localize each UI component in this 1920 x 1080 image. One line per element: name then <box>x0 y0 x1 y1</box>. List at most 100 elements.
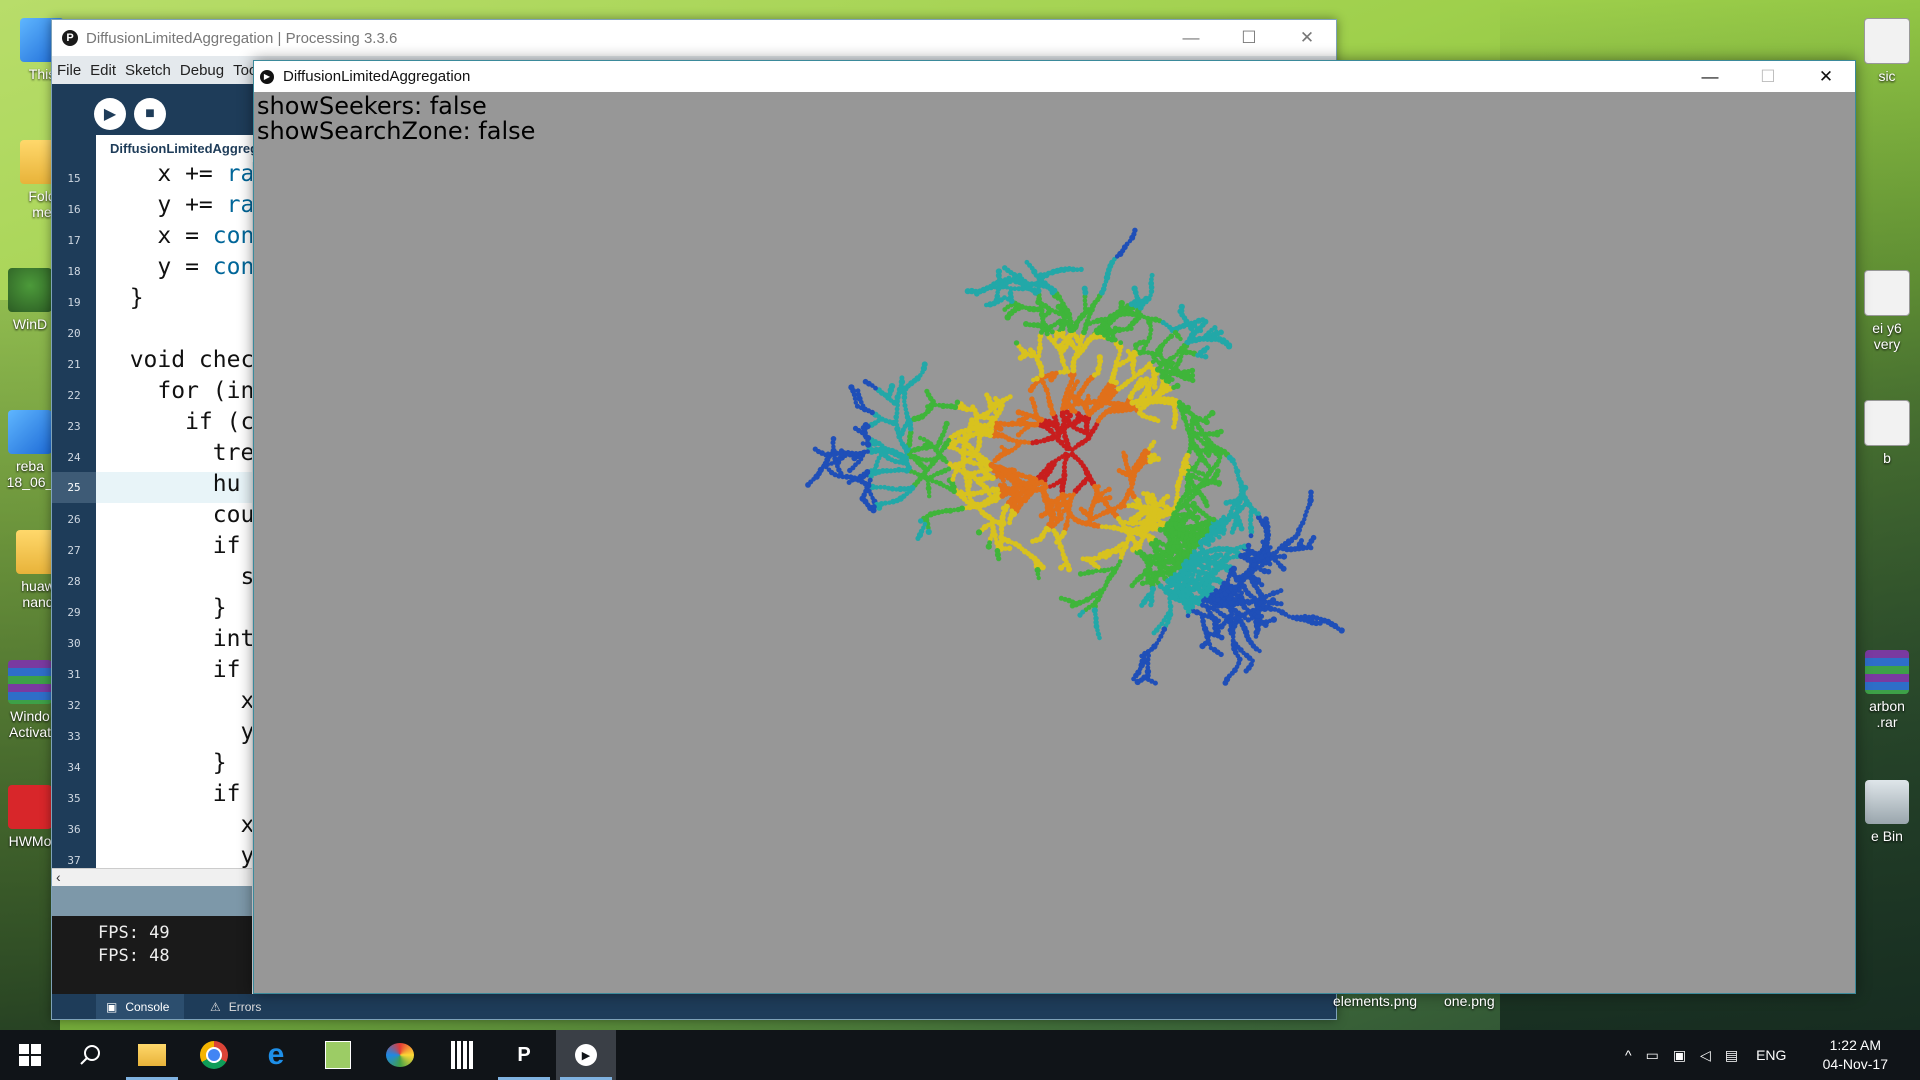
tab-errors[interactable]: ⚠ Errors <box>210 994 290 1019</box>
menu-sketch[interactable]: Sketch <box>125 62 171 79</box>
code-line[interactable]: 26 cou <box>52 502 252 534</box>
close-button[interactable]: ✕ <box>1278 20 1336 56</box>
paint-button[interactable] <box>370 1030 430 1080</box>
chevron-up-icon[interactable]: ^ <box>1625 1047 1632 1063</box>
desktop-icon[interactable]: e Bin <box>1858 780 1916 844</box>
code-line[interactable]: 22 for (in <box>52 378 252 410</box>
file-label[interactable]: one.png <box>1444 993 1495 1009</box>
desktop-icon[interactable]: reba 18_06_ <box>6 410 54 490</box>
code-line[interactable]: 37 y <box>52 843 252 868</box>
clock[interactable]: 1:22 AM 04-Nov-17 <box>1823 1036 1888 1074</box>
stop-button[interactable]: ■ <box>134 98 166 130</box>
code-line[interactable]: 31 if <box>52 657 252 689</box>
menu-file[interactable]: File <box>57 62 81 79</box>
code-line[interactable]: 27 if <box>52 533 252 565</box>
desktop-icon[interactable]: sic <box>1858 18 1916 84</box>
sketch-canvas[interactable]: showSeekers: false showSearchZone: false <box>254 92 1855 993</box>
maximize-button[interactable]: ☐ <box>1220 20 1278 56</box>
code-line[interactable]: 33 y <box>52 719 252 751</box>
fractal-particle <box>1243 668 1249 674</box>
code-line[interactable]: 30 int <box>52 626 252 658</box>
scroll-left-icon[interactable]: ‹ <box>56 869 61 885</box>
code-line[interactable]: 25 hu <box>52 471 252 503</box>
code-line[interactable]: 35 if <box>52 781 252 813</box>
tab-console[interactable]: ▣ Console <box>96 994 184 1019</box>
desktop-icon[interactable]: ei y6 very <box>1858 270 1916 352</box>
chrome-button[interactable] <box>184 1030 244 1080</box>
code-line[interactable]: 17 x = con <box>52 223 252 255</box>
notifications-icon[interactable]: ▤ <box>1725 1047 1738 1064</box>
horizontal-scrollbar[interactable]: ‹ <box>52 868 252 887</box>
close-button[interactable]: ✕ <box>1797 61 1855 92</box>
code-line[interactable]: 23 if (c <box>52 409 252 441</box>
code-line[interactable]: 15 x += ra <box>52 162 252 193</box>
fractal-particle <box>1268 545 1273 550</box>
fractal-particle <box>1222 680 1229 686</box>
desktop-icon[interactable]: Windo Activat <box>6 660 54 740</box>
file-label[interactable]: elements.png <box>1333 993 1417 1009</box>
fractal-particle <box>1218 634 1225 641</box>
fractal-particle <box>999 444 1004 450</box>
fractal-particle <box>1075 379 1080 385</box>
notepad-button[interactable] <box>308 1030 368 1080</box>
network-icon[interactable]: ▣ <box>1673 1047 1686 1064</box>
fractal-particle <box>1263 516 1269 523</box>
desktop-icon[interactable]: WinD <box>6 268 54 332</box>
code-line[interactable]: 24 tre <box>52 440 252 472</box>
edge-button[interactable]: e <box>246 1030 306 1080</box>
code-line[interactable]: 32 x <box>52 688 252 720</box>
minimize-button[interactable]: — <box>1681 61 1739 92</box>
fractal-particle <box>1073 320 1080 326</box>
menu-debug[interactable]: Debug <box>180 62 224 79</box>
fractal-particle <box>1131 370 1136 376</box>
fractal-particle <box>993 396 998 401</box>
sketch-titlebar[interactable]: ▶ DiffusionLimitedAggregation — ☐ ✕ <box>254 61 1855 92</box>
line-number: 23 <box>67 420 81 433</box>
code-line[interactable]: 16 y += ra <box>52 192 252 224</box>
fractal-particle <box>1069 603 1076 609</box>
start-button[interactable] <box>0 1030 60 1080</box>
code-line[interactable]: 36 x <box>52 812 252 844</box>
code-text: if (c <box>102 409 252 435</box>
sketch-window[interactable]: ▶ DiffusionLimitedAggregation — ☐ ✕ show… <box>253 60 1856 994</box>
code-line[interactable]: 18 y = con <box>52 254 252 286</box>
fractal-particle <box>1031 377 1036 383</box>
battery-icon[interactable]: ▭ <box>1646 1047 1659 1064</box>
fractal-particle <box>1221 531 1226 536</box>
run-button[interactable]: ▶ <box>94 98 126 130</box>
language-indicator[interactable]: ENG <box>1756 1047 1786 1063</box>
volume-icon[interactable]: ◁ <box>1700 1047 1711 1064</box>
fractal-particle <box>1054 539 1059 545</box>
calculator-button[interactable] <box>432 1030 492 1080</box>
desktop-icon[interactable]: HWMo <box>6 785 54 849</box>
desktop-icon[interactable]: b <box>1858 400 1916 466</box>
fractal-particle <box>1030 538 1036 544</box>
code-text: } <box>102 285 144 311</box>
console-line: FPS: 48 <box>98 946 170 966</box>
desktop-icon-label: HWMo <box>8 833 52 849</box>
fractal-particle <box>1148 327 1154 333</box>
code-line[interactable]: 34 } <box>52 750 252 782</box>
search-button[interactable] <box>60 1030 120 1080</box>
fractal-particle <box>1217 534 1222 540</box>
code-line[interactable]: 21 void chec <box>52 347 252 379</box>
fractal-particle <box>994 420 999 426</box>
desktop-icon[interactable]: arbon .rar <box>1858 650 1916 730</box>
menu-edit[interactable]: Edit <box>90 62 116 79</box>
ide-titlebar[interactable]: P DiffusionLimitedAggregation | Processi… <box>52 20 1336 56</box>
code-line[interactable]: 19 } <box>52 285 252 317</box>
code-editor[interactable]: 15 x += ra 16 y += ra 17 x = con 18 y = con… <box>52 162 252 868</box>
minimize-button[interactable]: — <box>1162 20 1220 56</box>
code-text: s <box>102 564 252 590</box>
fractal-particle <box>970 404 976 410</box>
sketch-tab[interactable]: DiffusionLimitedAggreg <box>96 135 266 162</box>
file-explorer-button[interactable] <box>122 1030 182 1080</box>
fractal-particle <box>1061 397 1067 403</box>
code-line[interactable]: 29 } <box>52 595 252 627</box>
fractal-particle <box>1017 355 1024 361</box>
code-line[interactable]: 28 s <box>52 564 252 596</box>
code-line[interactable]: 20 <box>52 317 252 348</box>
processing-button[interactable]: P <box>494 1030 554 1080</box>
fractal-particle <box>846 480 852 485</box>
sketch-taskbar-button[interactable]: ▶ <box>556 1030 616 1080</box>
